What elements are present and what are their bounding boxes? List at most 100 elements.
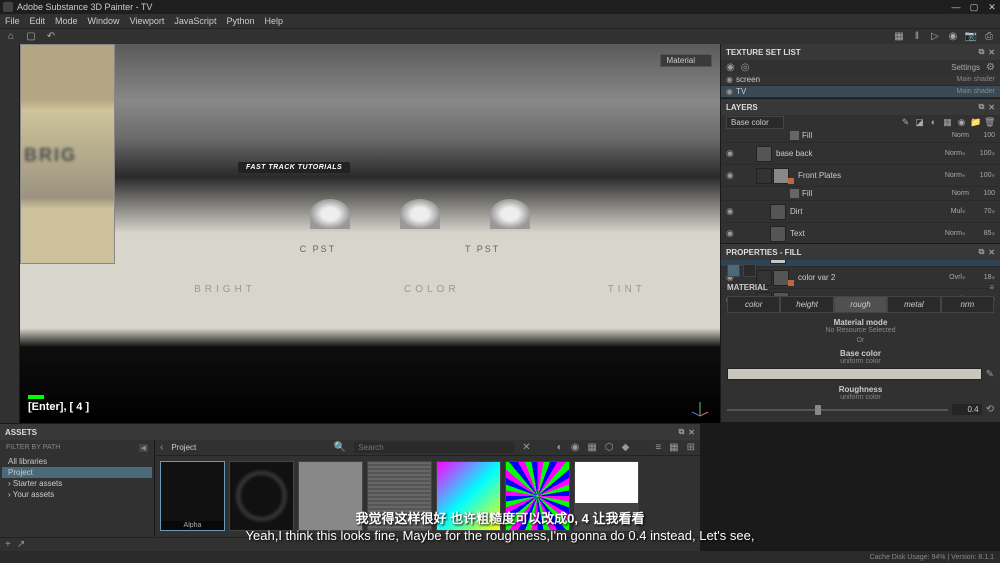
- menu-javascript[interactable]: JavaScript: [174, 16, 216, 26]
- blend-mode[interactable]: Norm: [930, 150, 962, 157]
- reference-image[interactable]: BRIG: [20, 44, 115, 264]
- home-icon[interactable]: ⌂: [5, 31, 17, 43]
- filter-icon[interactable]: ◉: [571, 442, 580, 453]
- send-to-icon[interactable]: ↗: [17, 539, 25, 550]
- layer-row[interactable]: ◉ Dirt Mul▾ 70▾: [721, 201, 1000, 223]
- add-layer-icon[interactable]: ▦: [942, 117, 953, 128]
- color-swatch[interactable]: [727, 368, 982, 380]
- tree-starter[interactable]: › Starter assets: [2, 478, 152, 489]
- menu-mode[interactable]: Mode: [55, 16, 78, 26]
- asset-thumb[interactable]: Alpha: [160, 461, 225, 531]
- fill-tab-icon[interactable]: [727, 264, 740, 277]
- blend-mode[interactable]: Mul: [930, 208, 962, 215]
- blend-mode[interactable]: Norm: [930, 230, 962, 237]
- camera-icon[interactable]: 📷: [965, 31, 977, 43]
- close-icon[interactable]: ✕: [988, 248, 995, 257]
- dropper-icon[interactable]: ✎: [986, 369, 994, 380]
- undock-icon[interactable]: ⧉: [679, 427, 685, 437]
- tree-all-libraries[interactable]: All libraries: [2, 456, 152, 467]
- view-large-icon[interactable]: ⊞: [687, 442, 695, 453]
- layer-name[interactable]: Front Plates: [798, 171, 930, 180]
- tree-your-assets[interactable]: › Your assets: [2, 489, 152, 500]
- material-menu-icon[interactable]: ≡: [989, 283, 994, 292]
- layer-row[interactable]: ◉ base back Norm▾ 100▾: [721, 143, 1000, 165]
- blend-mode[interactable]: Norm: [937, 132, 969, 139]
- filter-icon[interactable]: ◆: [622, 442, 630, 453]
- eye-icon[interactable]: ◉: [726, 170, 740, 181]
- layer-name[interactable]: Text: [790, 229, 930, 238]
- filter-icon[interactable]: ◐: [557, 442, 563, 453]
- material-dropdown[interactable]: Material: [660, 54, 712, 67]
- channel-rough[interactable]: rough: [834, 296, 887, 313]
- render-icon[interactable]: ▷: [929, 31, 941, 43]
- asset-thumb[interactable]: [229, 461, 294, 531]
- eye-icon[interactable]: ◉: [726, 206, 740, 217]
- add-group-icon[interactable]: 📁: [970, 117, 981, 128]
- iray-icon[interactable]: ◉: [947, 31, 959, 43]
- layer-thumb[interactable]: [756, 146, 772, 162]
- view-grid-icon[interactable]: ▦: [669, 442, 678, 453]
- save-icon[interactable]: ▢: [25, 31, 37, 43]
- close-button[interactable]: ✕: [987, 2, 997, 13]
- close-icon[interactable]: ✕: [988, 48, 995, 57]
- gear-icon[interactable]: ⚙: [986, 62, 995, 73]
- search-input[interactable]: [354, 442, 514, 453]
- add-fill-icon[interactable]: ◉: [956, 117, 967, 128]
- undo-icon[interactable]: ↶: [45, 31, 57, 43]
- close-icon[interactable]: ✕: [988, 103, 995, 112]
- opacity[interactable]: 100: [971, 190, 995, 197]
- maximize-button[interactable]: ▢: [969, 2, 979, 13]
- axis-gizmo[interactable]: [690, 398, 710, 418]
- opacity[interactable]: 100: [967, 150, 991, 157]
- shader-name[interactable]: Main shader: [956, 88, 995, 95]
- layer-row-folder[interactable]: ◉ Front Plates Norm▾ 100▾: [721, 165, 1000, 187]
- close-icon[interactable]: ✕: [688, 428, 695, 437]
- mask-thumb[interactable]: [756, 168, 772, 184]
- roughness-value[interactable]: 0.4: [952, 404, 982, 415]
- breadcrumb[interactable]: Project: [171, 443, 196, 452]
- roughness-slider[interactable]: [727, 409, 948, 411]
- opacity[interactable]: 100: [971, 132, 995, 139]
- layer-fill-sub[interactable]: Fill Norm 100: [721, 129, 1000, 143]
- pause-icon[interactable]: ‖: [911, 31, 923, 43]
- visibility-toggle-icon[interactable]: ◉: [726, 62, 735, 73]
- undock-icon[interactable]: ⧉: [979, 47, 985, 57]
- menu-window[interactable]: Window: [88, 16, 120, 26]
- undock-icon[interactable]: ⧉: [979, 102, 985, 112]
- reset-icon[interactable]: ⟲: [986, 404, 994, 415]
- channel-color[interactable]: color: [727, 296, 780, 313]
- eye-icon[interactable]: ◉: [726, 87, 736, 96]
- import-icon[interactable]: +: [5, 539, 11, 550]
- layer-thumb[interactable]: [770, 204, 786, 220]
- blend-mode[interactable]: Norm: [930, 172, 962, 179]
- clear-search-icon[interactable]: ✕: [522, 442, 530, 453]
- uniform-color-label[interactable]: uniform color: [727, 358, 994, 365]
- folder-thumb[interactable]: [773, 168, 789, 184]
- eye-icon[interactable]: ◉: [726, 75, 736, 84]
- layer-row[interactable]: ◉ Text Norm▾ 85▾: [721, 223, 1000, 245]
- layer-thumb[interactable]: [770, 226, 786, 242]
- delete-icon[interactable]: 🗑: [984, 117, 995, 128]
- uv-tab-icon[interactable]: [743, 264, 756, 277]
- screenshot-icon[interactable]: ⎙: [983, 31, 995, 43]
- blend-mode[interactable]: Norm: [937, 190, 969, 197]
- material-mode-value[interactable]: No Resource Selected: [727, 327, 994, 334]
- eye-icon[interactable]: ◉: [726, 228, 740, 239]
- slider-handle[interactable]: [815, 405, 821, 415]
- channel-metal[interactable]: metal: [887, 296, 940, 313]
- settings-link[interactable]: Settings: [951, 63, 980, 72]
- view-list-icon[interactable]: ≡: [655, 442, 661, 453]
- channel-height[interactable]: height: [780, 296, 833, 313]
- viewport[interactable]: BRIG Material FAST TRACK TUTORIALS x C P…: [20, 44, 720, 423]
- layer-name[interactable]: Dirt: [790, 207, 930, 216]
- channel-nrm[interactable]: nrm: [941, 296, 994, 313]
- texture-set-item[interactable]: ◉ screen Main shader: [721, 74, 1000, 86]
- display-icon[interactable]: ▦: [893, 31, 905, 43]
- collapse-icon[interactable]: ◀: [139, 444, 148, 452]
- filter-icon[interactable]: ▦: [587, 442, 596, 453]
- layer-fill-sub[interactable]: Fill Norm 100: [721, 187, 1000, 201]
- menu-python[interactable]: Python: [226, 16, 254, 26]
- opacity[interactable]: 100: [967, 172, 991, 179]
- uniform-color-label[interactable]: uniform color: [727, 394, 994, 401]
- solo-icon[interactable]: ◎: [741, 62, 750, 73]
